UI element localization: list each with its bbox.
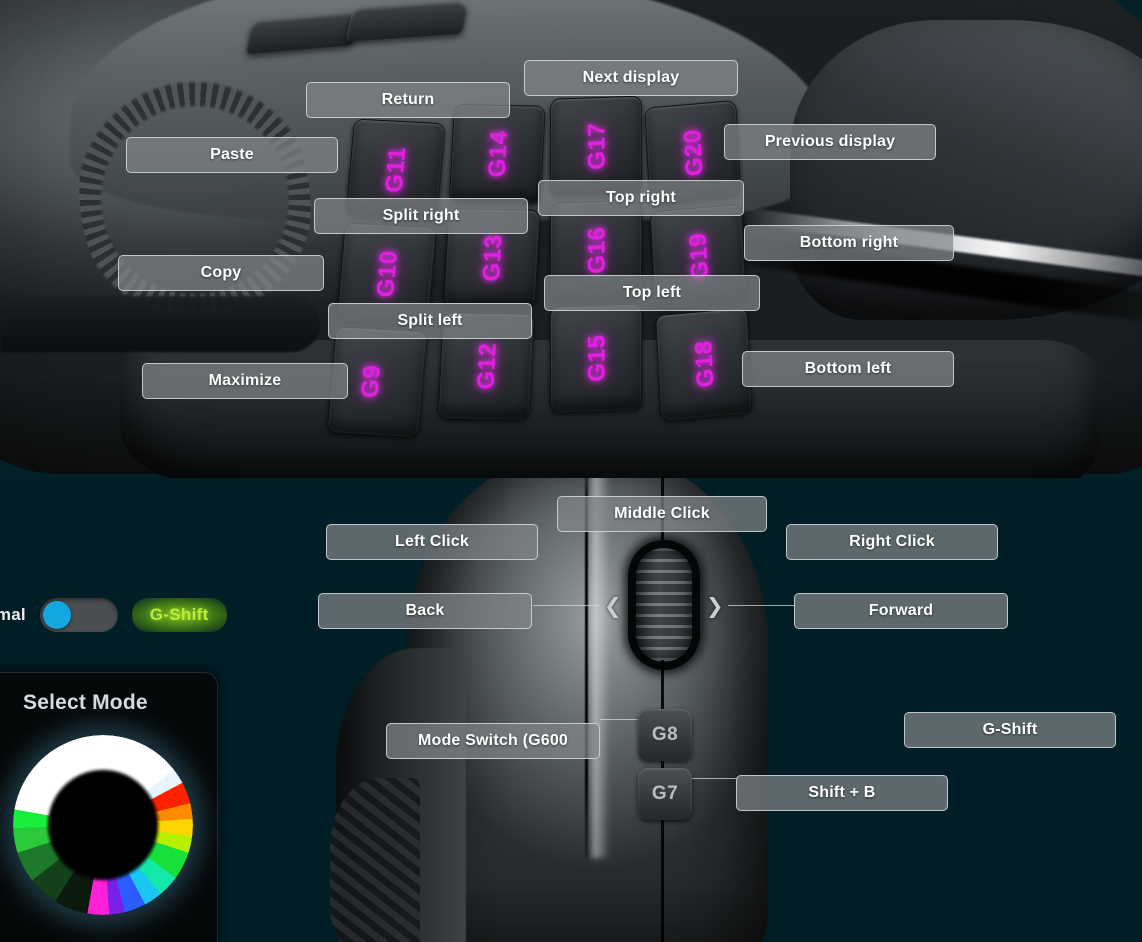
keypad-key-label: G11: [380, 146, 412, 194]
mouse-edge-highlight: [592, 478, 610, 858]
keypad-key-label: G19: [684, 231, 714, 281]
app-canvas: G11 G10 G9 G14 G13 G12 G17 G16 G15 G20 G19 G18 Retu…: [0, 0, 1142, 942]
select-mode-title: Select Mode: [23, 691, 148, 714]
callout-label[interactable]: Paste: [126, 137, 338, 173]
keypad-key[interactable]: G18: [655, 307, 753, 421]
callout-label[interactable]: Split right: [314, 198, 528, 234]
keypad-key-label: G20: [679, 128, 709, 178]
forward-leader-line: [728, 605, 794, 606]
callout-label[interactable]: Mode Switch (G600: [386, 723, 600, 759]
callout-label[interactable]: Forward: [794, 593, 1008, 629]
shift-b-leader-line: [692, 778, 738, 779]
callout-label[interactable]: Middle Click: [557, 496, 767, 532]
callout-label[interactable]: Left Click: [326, 524, 538, 560]
mouse-button-split: [585, 478, 588, 858]
chevron-left-icon: ❮: [604, 595, 622, 618]
callout-label[interactable]: Back: [318, 593, 532, 629]
scroll-wheel[interactable]: [636, 548, 692, 662]
callout-label[interactable]: Shift + B: [736, 775, 948, 811]
mouse-side-button[interactable]: G8: [638, 709, 692, 761]
callout-label[interactable]: Previous display: [724, 124, 936, 160]
keypad-key-label: G9: [356, 364, 387, 399]
mode-switch-leader-line: [600, 719, 640, 720]
keypad-key-label: G17: [583, 122, 611, 171]
callout-label[interactable]: Copy: [118, 255, 324, 291]
keypad-key[interactable]: G15: [549, 303, 642, 413]
mouse-side-belt: [0, 296, 320, 352]
keypad-column: G17 G16 G15: [548, 95, 644, 415]
select-mode-panel[interactable]: Select Mode: [0, 672, 218, 942]
callout-label[interactable]: G-Shift: [904, 712, 1116, 748]
back-leader-line: [533, 605, 599, 606]
keypad-key-label: G13: [478, 234, 508, 282]
mode-toggle-row[interactable]: Normal G-Shift: [0, 598, 227, 632]
thumb-keypad[interactable]: G11 G10 G9 G14 G13 G12 G17 G16 G15 G20 G19 G18: [326, 92, 760, 438]
keypad-key-label: G15: [583, 334, 611, 383]
keypad-key-label: G16: [583, 226, 611, 275]
keypad-column: G14 G13 G12: [435, 104, 547, 422]
keypad-key-label: G12: [472, 342, 502, 390]
callout-label[interactable]: Next display: [524, 60, 738, 96]
toggle-knob: [42, 601, 71, 629]
callout-label[interactable]: Split left: [328, 303, 532, 339]
callout-label[interactable]: Right Click: [786, 524, 998, 560]
keypad-key-label: G18: [690, 339, 720, 389]
callout-label[interactable]: Bottom right: [744, 225, 954, 261]
callout-label[interactable]: Bottom left: [742, 351, 954, 387]
callout-label[interactable]: Top left: [544, 275, 760, 311]
keypad-key-label: G14: [483, 130, 513, 178]
callout-label[interactable]: Top right: [538, 180, 744, 216]
keypad-key-label: G10: [371, 249, 403, 298]
gshift-mode-label[interactable]: G-Shift: [131, 598, 227, 632]
chevron-right-icon: ❯: [706, 595, 724, 618]
callout-label[interactable]: Maximize: [142, 363, 348, 399]
normal-mode-label: Normal: [0, 605, 26, 624]
mouse-thumb-grip: [330, 778, 420, 942]
callout-label[interactable]: Return: [306, 82, 510, 118]
mouse-side-view-panel: G11 G10 G9 G14 G13 G12 G17 G16 G15 G20 G19 G18 Retu…: [0, 0, 1142, 478]
color-wheel-hub: [13, 735, 193, 915]
mouse-side-button[interactable]: G7: [638, 768, 692, 820]
keypad-key[interactable]: G14: [448, 104, 546, 204]
gshift-toggle[interactable]: [39, 598, 118, 632]
